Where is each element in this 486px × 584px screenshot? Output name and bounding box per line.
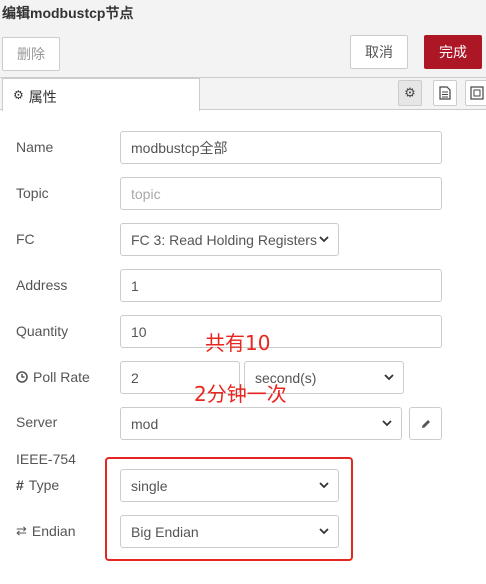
fc-label: FC [16,231,35,247]
delete-button[interactable]: 删除 [2,37,60,71]
dialog-toolbar: 删除 取消 完成 [0,22,486,78]
topic-label: Topic [16,185,49,201]
fc-select[interactable]: FC 3: Read Holding Registers [120,223,339,256]
quantity-input[interactable]: 10 [120,315,442,348]
topic-input[interactable]: topic [120,177,442,210]
address-input[interactable]: 1 [120,269,442,302]
chevron-down-icon [382,420,392,427]
appearance-tab-button[interactable] [465,80,486,106]
name-input[interactable]: modbustcp全部 [120,131,442,164]
cancel-button[interactable]: 取消 [350,35,408,69]
chevron-down-icon [319,528,329,535]
done-button[interactable]: 完成 [424,35,482,69]
edit-server-button[interactable] [409,407,442,440]
tab-properties[interactable]: ⚙ 属性 [2,78,200,111]
quantity-annotation: 共有10 [205,331,271,355]
chevron-down-icon [384,374,394,381]
frame-icon [469,86,484,100]
quantity-label: Quantity [16,323,69,339]
type-select[interactable]: single [120,469,339,502]
poll-rate-label: Poll Rate [16,369,90,385]
poll-rate-annotation: 2分钟一次 [194,382,287,406]
swap-arrows-icon: ⇄ [16,523,27,538]
gear-icon: ⚙ [404,85,416,100]
description-tab-button[interactable] [433,80,457,106]
chevron-down-icon [319,482,329,489]
clock-icon [16,371,28,383]
name-label: Name [16,139,54,155]
pencil-icon [421,419,430,428]
ieee-label: IEEE-754 [16,451,76,467]
tab-bar: ⚙ 属性 ⚙ [0,78,486,111]
document-icon [439,86,451,100]
endian-select[interactable]: Big Endian [120,515,339,548]
tab-properties-label: 属性 [28,89,57,105]
gear-icon: ⚙ [13,88,24,102]
chevron-down-icon [319,236,329,243]
address-label: Address [16,277,68,293]
settings-tab-button[interactable]: ⚙ [398,80,422,106]
hash-icon: # [16,477,24,493]
endian-label: ⇄ Endian [16,523,76,539]
dialog-title: 编辑modbustcp节点 [0,0,486,22]
server-label: Server [16,414,58,430]
type-label: # Type [16,477,60,493]
server-select[interactable]: mod [120,407,402,440]
